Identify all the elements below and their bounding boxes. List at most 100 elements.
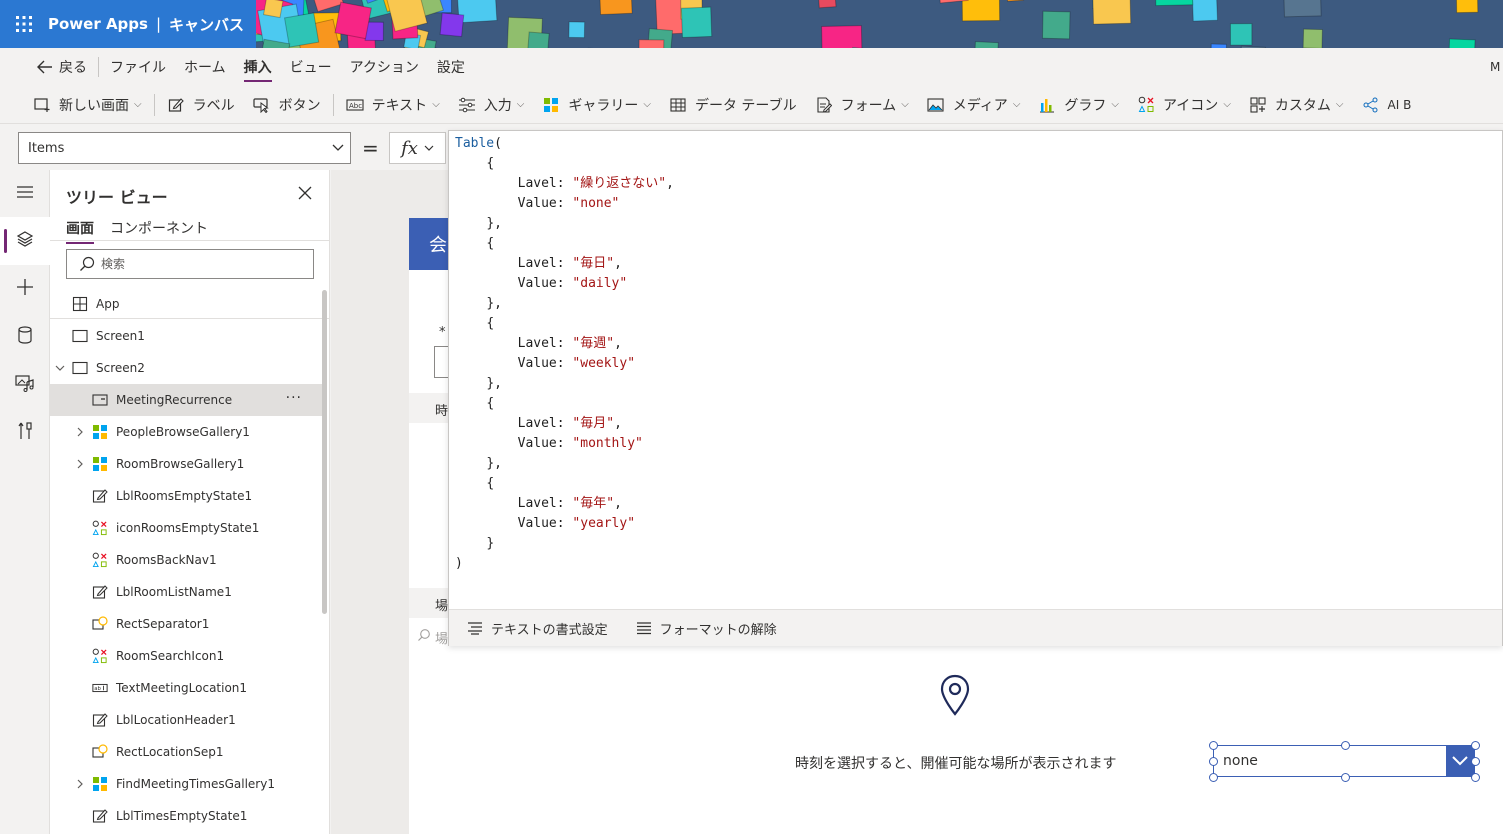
tree-item-peoplebrowsegallery1[interactable]: PeopleBrowseGallery1 xyxy=(50,416,322,448)
new-screen-button[interactable]: 新しい画面 ⌵ xyxy=(24,90,151,120)
property-dropdown[interactable]: Items xyxy=(18,132,351,164)
tree-item-rectseparator1[interactable]: RectSeparator1 xyxy=(50,608,322,640)
resize-handle[interactable] xyxy=(1209,757,1218,766)
resize-handle[interactable] xyxy=(1471,741,1480,750)
tree-item-app[interactable]: App xyxy=(50,288,322,320)
form-button[interactable]: フォーム ⌵ xyxy=(806,90,918,120)
button-button[interactable]: ボタン xyxy=(244,90,330,120)
media-rail-button[interactable] xyxy=(0,361,50,409)
hamburger-menu-button[interactable] xyxy=(0,170,50,218)
tree-item-lblroomlistname1[interactable]: LblRoomListName1 xyxy=(50,576,322,608)
tree-item-lbllocationheader1[interactable]: LblLocationHeader1 xyxy=(50,704,322,736)
tree-item-iconroomsemptystate1[interactable]: iconRoomsEmptyState1 xyxy=(50,512,322,544)
tree-item-lblroomsemptystate1[interactable]: LblRoomsEmptyState1 xyxy=(50,480,322,512)
tree-scrollbar[interactable] xyxy=(322,290,327,614)
code-token: ( xyxy=(494,136,502,151)
data-table-button[interactable]: データ テーブル xyxy=(660,90,806,120)
tree-item-rectlocationsep1[interactable]: RectLocationSep1 xyxy=(50,736,322,768)
text-icon: Abc xyxy=(346,96,364,114)
code-line: ) xyxy=(455,554,1495,574)
tree-item-label: TextMeetingLocation1 xyxy=(116,681,248,695)
resize-handle[interactable] xyxy=(1341,773,1350,782)
formula-code[interactable]: Table( { Lavel: "繰り返さない", Value: "none" … xyxy=(455,134,1495,604)
menu-insert[interactable]: 挿入 xyxy=(235,48,281,86)
tree-view-button[interactable] xyxy=(0,217,50,265)
more-options-icon[interactable]: ··· xyxy=(286,390,302,406)
menu-settings[interactable]: 設定 xyxy=(428,48,474,86)
header-banner-image xyxy=(256,0,1503,48)
tab-components[interactable]: コンポーネント xyxy=(110,218,208,238)
tab-screens[interactable]: 画面 xyxy=(66,218,94,244)
tree-item-findmeetingtimesgallery1[interactable]: FindMeetingTimesGallery1 xyxy=(50,768,322,800)
label-button[interactable]: ラベル xyxy=(158,90,244,120)
code-line: Value: "weekly" xyxy=(455,354,1495,374)
app-launcher-icon[interactable] xyxy=(0,0,48,48)
advanced-tools-button[interactable] xyxy=(0,409,50,457)
ai-builder-button[interactable]: AI B xyxy=(1353,90,1411,120)
screen-icon xyxy=(72,328,88,344)
resize-handle[interactable] xyxy=(1471,773,1480,782)
insert-rail-button[interactable] xyxy=(0,265,50,313)
screen-header-text: 会 xyxy=(429,235,447,256)
text-button[interactable]: Abc テキスト ⌵ xyxy=(337,90,449,120)
menu-file[interactable]: ファイル xyxy=(101,48,175,86)
tree-item-label: RectSeparator1 xyxy=(116,617,210,631)
code-token: { xyxy=(486,396,495,411)
menu-home[interactable]: ホーム xyxy=(175,48,235,86)
tree-item-lbltimesemptystate1[interactable]: LblTimesEmptyState1 xyxy=(50,800,322,832)
chart-button[interactable]: グラフ ⌵ xyxy=(1029,90,1128,120)
tree-search-box[interactable] xyxy=(66,249,314,279)
remove-format-button[interactable]: フォーマットの解除 xyxy=(636,619,777,638)
tree-item-screen2[interactable]: Screen2 xyxy=(50,352,322,384)
tree-item-screen1[interactable]: Screen1 xyxy=(50,320,322,352)
resize-handle[interactable] xyxy=(1471,757,1480,766)
code-token: Value: xyxy=(517,516,573,531)
tree-item-roombrowsegallery1[interactable]: RoomBrowseGallery1 xyxy=(50,448,322,480)
tree-item-label: App xyxy=(96,297,120,311)
code-token: , xyxy=(666,176,674,191)
formula-editor[interactable]: Table( { Lavel: "繰り返さない", Value: "none" … xyxy=(448,130,1503,646)
data-table-icon xyxy=(669,96,687,114)
menu-overflow[interactable]: M xyxy=(1490,48,1500,86)
tree-item-textmeetinglocation1[interactable]: ab TextMeetingLocation1 xyxy=(50,672,322,704)
menu-action[interactable]: アクション xyxy=(341,48,428,86)
custom-button[interactable]: カスタム ⌵ xyxy=(1240,90,1353,120)
chevron-right-icon[interactable] xyxy=(74,426,86,438)
chevron-right-icon[interactable] xyxy=(74,458,86,470)
back-label: 戻る xyxy=(59,60,87,76)
code-token: }, xyxy=(486,376,502,391)
gallery-button[interactable]: ギャラリー ⌵ xyxy=(533,90,660,120)
media-button[interactable]: メディア ⌵ xyxy=(918,90,1030,120)
tree-item-label: RoomSearchIcon1 xyxy=(116,649,225,663)
code-string: "monthly" xyxy=(572,436,643,451)
formula-editor-toolbar: テキストの書式設定 フォーマットの解除 xyxy=(449,609,1502,646)
function-button[interactable]: fx xyxy=(389,132,446,164)
code-line: }, xyxy=(455,454,1495,474)
subject-input[interactable] xyxy=(434,346,449,378)
label-icon xyxy=(92,488,108,504)
code-token: Lavel: xyxy=(517,416,573,431)
code-line: { xyxy=(455,394,1495,414)
search-icon xyxy=(417,628,431,642)
close-icon[interactable] xyxy=(296,184,314,202)
tree-item-roomsbacknav1[interactable]: RoomsBackNav1 xyxy=(50,544,322,576)
resize-handle[interactable] xyxy=(1209,773,1218,782)
screen-header: 会 xyxy=(409,218,449,270)
resize-handle[interactable] xyxy=(1341,741,1350,750)
equals-sign: = xyxy=(362,136,379,160)
chevron-down-icon[interactable] xyxy=(54,362,66,374)
menu-view[interactable]: ビュー xyxy=(281,48,341,86)
back-button[interactable]: 戻る xyxy=(28,48,96,86)
chevron-down-icon[interactable] xyxy=(1446,746,1474,776)
shape-icon xyxy=(92,744,108,760)
resize-handle[interactable] xyxy=(1209,741,1218,750)
search-input[interactable] xyxy=(101,257,301,271)
tree-item-meetingrecurrence[interactable]: MeetingRecurrence ··· xyxy=(50,384,322,416)
data-rail-button[interactable] xyxy=(0,313,50,361)
input-button[interactable]: 入力 ⌵ xyxy=(449,90,534,120)
icons-button[interactable]: アイコン ⌵ xyxy=(1128,90,1240,120)
menu-divider xyxy=(98,57,99,77)
tree-item-roomsearchicon1[interactable]: RoomSearchIcon1 xyxy=(50,640,322,672)
chevron-right-icon[interactable] xyxy=(74,778,86,790)
format-text-button[interactable]: テキストの書式設定 xyxy=(467,619,608,638)
